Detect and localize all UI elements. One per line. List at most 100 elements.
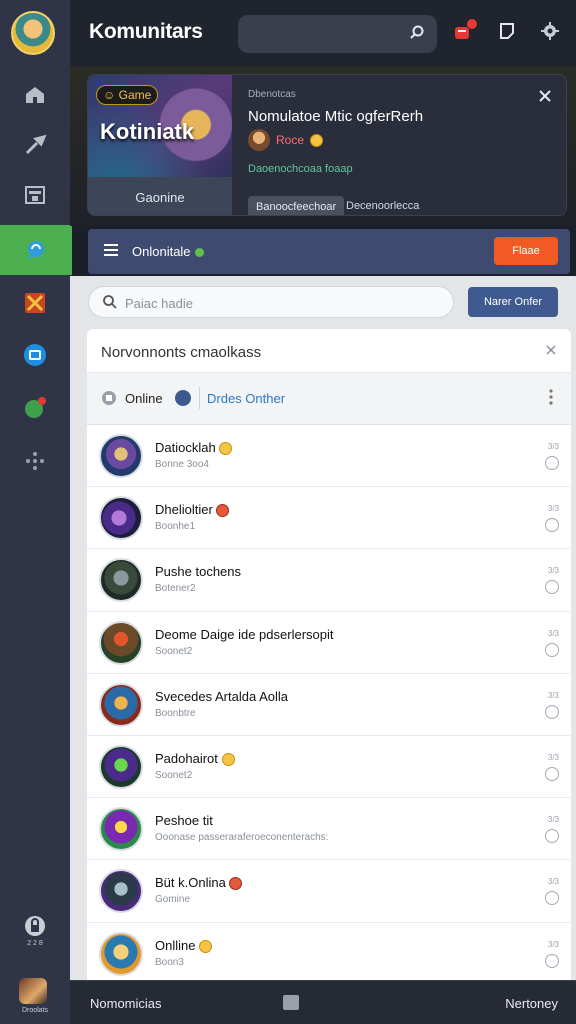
select-radio[interactable] [545,642,559,657]
user-avatar[interactable] [11,11,55,55]
dots-cluster-icon[interactable] [0,436,70,486]
select-radio[interactable] [545,456,559,470]
friend-name-text: Onlline [155,937,196,953]
friend-row[interactable]: Svecedes Artalda Aolla Boonbtre 3/3 [87,674,571,736]
select-radio[interactable] [545,891,559,906]
compose-icon[interactable] [283,995,299,1010]
app-title: Komunitars [89,20,203,43]
game-art-footer[interactable]: Gaonine [88,177,232,215]
menu-icon[interactable] [104,244,118,256]
notification-bubble-icon[interactable] [0,383,70,433]
friend-time: 3/3 [547,752,559,762]
close-icon[interactable] [545,344,557,356]
filter-other[interactable]: Drdes Onther [207,391,285,406]
online-status-dot [194,248,204,258]
friend-name: Pushe tochens [155,564,242,580]
select-radio[interactable] [545,829,559,844]
main-panel: Narer Onfer Norvonnonts cmaolkass Online… [70,276,576,989]
bottom-right-label[interactable]: Nertoney [505,996,558,1011]
friend-time: 3/3 [547,504,559,514]
filter-online[interactable]: Online [125,391,163,406]
other-filter-icon[interactable] [175,390,191,406]
section-label: Onlonitale [132,244,204,259]
friend-status: Soonet2 [155,769,193,781]
select-radio[interactable] [545,580,559,595]
friend-name: Peshoe tit [155,813,213,829]
promo-kicker: Dbenotcas [248,89,296,100]
bookmark-icon [500,23,514,39]
smile-emoji-icon [310,133,324,147]
bookmark-button[interactable] [498,22,520,44]
search-icon[interactable] [409,25,425,41]
friend-status: Bonne 3oo4 [155,459,209,470]
game-tile-icon[interactable] [0,278,70,328]
friend-time: 3/3 [547,877,559,887]
select-radio[interactable] [545,518,559,533]
message-box-icon[interactable] [0,330,70,380]
friend-name: Dhelioltier [155,502,230,518]
friend-avatar [99,682,143,727]
dashboard-icon[interactable] [0,170,70,220]
friend-name: Padohairot [155,751,235,766]
friend-row[interactable]: Peshoe tit Ooonase passeraraferoeconente… [87,798,571,861]
friend-status: Gomine [155,894,191,906]
friends-list-card: Norvonnonts cmaolkass Online Drdes Onthe… [87,329,571,989]
game-badge-icon: ☺ [103,88,116,102]
friend-name-text: Dhelioltier [155,502,213,518]
smile-emoji-icon [219,442,233,456]
section-action-button[interactable]: Flaae [494,237,558,265]
promo-link[interactable]: Decenoorlecca [346,200,419,212]
game-artwork[interactable]: ☺ Game Kotiniatk Gaonine [88,75,232,215]
friend-row[interactable]: Deome Daige ide pdserlersopit Soonet2 3/… [87,612,571,674]
section-header-bar: Onlonitale Flaae [88,229,570,274]
chat-bubble-icon[interactable] [0,225,72,275]
search-filter-button[interactable]: Narer Onfer [468,287,558,317]
profile-label: Droolats [21,1007,49,1014]
friend-avatar [99,807,143,852]
friend-row[interactable]: Padohairot Soonet2 3/3 [87,736,571,799]
smile-emoji-icon [199,939,213,953]
angry-emoji-icon [229,877,243,891]
select-radio[interactable] [545,953,559,968]
alert-button[interactable] [453,19,477,44]
promo-section: ☺ Game Kotiniatk Gaonine Dbenotcas Nomul… [70,66,576,226]
close-icon[interactable] [538,89,552,103]
friend-time: 3/3 [547,815,559,825]
online-filter-icon[interactable] [101,390,117,406]
filter-row: Online Drdes Onther [87,373,571,425]
friend-time: 3/3 [547,628,559,638]
friend-row[interactable]: Onlline Boon3 3/3 [87,923,571,985]
tools-icon[interactable] [0,120,70,170]
friend-row[interactable]: Datiocklah Bonne 3oo4 3/3 [87,425,571,488]
search-input[interactable] [125,292,425,314]
promo-chip[interactable]: Banoocfeechoar [248,196,345,215]
friend-row[interactable]: Büt k.Onlina Gomine 3/3 [87,860,571,923]
alert-badge [467,19,477,29]
top-search-box[interactable] [238,15,437,53]
friend-name: Svecedes Artalda Aolla [155,688,288,704]
select-radio[interactable] [545,704,559,719]
bottom-bar: Nomomicias Nertoney [70,980,576,1024]
friend-status: Boonhe1 [155,521,196,533]
friend-avatar [99,558,143,603]
friend-avatar [99,744,143,789]
profile-avatar[interactable] [19,978,47,1004]
bottom-left-label[interactable]: Nomomicias [90,996,162,1011]
friend-avatar [99,496,143,541]
angry-emoji-icon [216,504,230,518]
home-icon[interactable] [0,70,70,120]
friends-search[interactable] [88,286,454,318]
friend-status: Soonet2 [155,645,193,657]
lock-button[interactable]: 2 2 8 [0,905,70,955]
friend-name-text: Padohairot [155,750,218,766]
settings-icon [541,22,559,40]
friend-row[interactable]: Dhelioltier Boonhe1 3/3 [87,487,571,550]
select-radio[interactable] [545,766,559,781]
friend-status: Boon3 [155,956,184,968]
friend-avatar [99,931,143,976]
settings-button[interactable] [541,22,563,44]
promo-card[interactable]: ☺ Game Kotiniatk Gaonine Dbenotcas Nomul… [87,74,567,216]
more-options-icon[interactable] [549,389,553,405]
friend-time: 3/3 [547,939,559,949]
friend-row[interactable]: Pushe tochens Botener2 3/3 [87,549,571,612]
